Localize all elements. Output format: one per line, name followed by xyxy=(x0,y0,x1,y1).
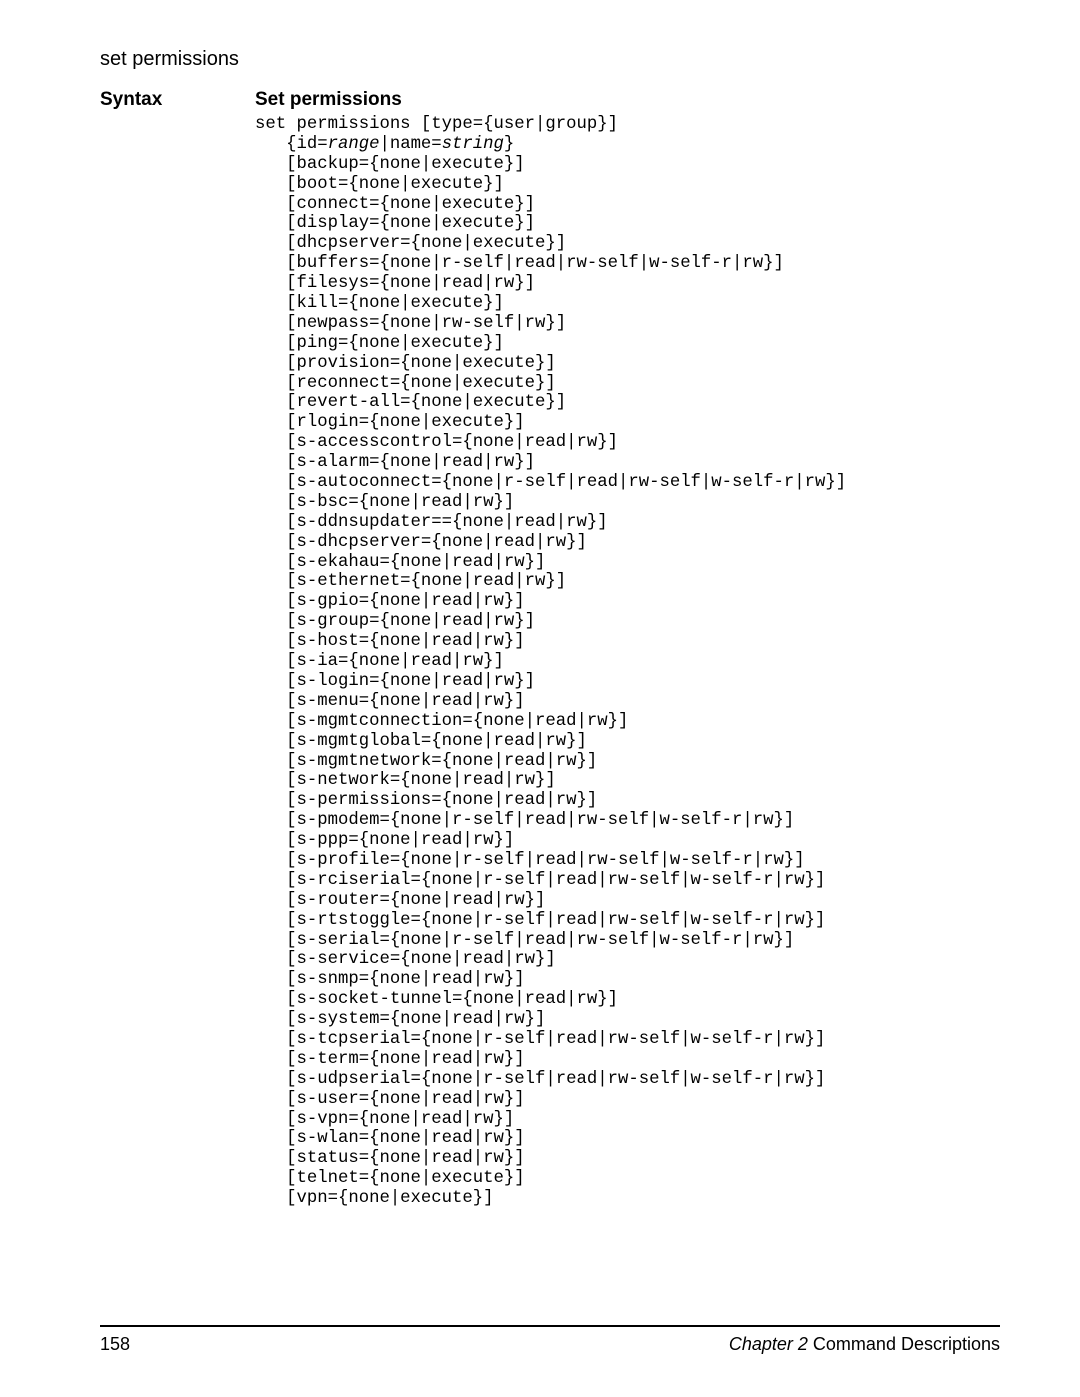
code-line: [s-dhcpserver={none|read|rw}] xyxy=(255,533,587,552)
code-line: [boot={none|execute}] xyxy=(255,175,504,194)
code-line: [s-ethernet={none|read|rw}] xyxy=(255,572,566,591)
code-line: [s-mgmtconnection={none|read|rw}] xyxy=(255,712,628,731)
code-line: [s-vpn={none|read|rw}] xyxy=(255,1110,514,1129)
code-line: [s-bsc={none|read|rw}] xyxy=(255,493,514,512)
code-line: [newpass={none|rw-self|rw}] xyxy=(255,314,566,333)
code-line: [s-group={none|read|rw}] xyxy=(255,612,535,631)
chapter-title: Command Descriptions xyxy=(808,1334,1000,1354)
code-line: [status={none|read|rw}] xyxy=(255,1149,525,1168)
code-line: [vpn={none|execute}] xyxy=(255,1189,494,1208)
code-line: [revert-all={none|execute}] xyxy=(255,393,566,412)
chapter-label: Chapter 2 xyxy=(729,1334,808,1354)
code-param: string xyxy=(442,135,504,154)
code-line: [connect={none|execute}] xyxy=(255,195,535,214)
page-number: 158 xyxy=(100,1334,130,1355)
code-line: [s-router={none|read|rw}] xyxy=(255,891,545,910)
code-line: [rlogin={none|execute}] xyxy=(255,413,525,432)
code-line: [s-term={none|read|rw}] xyxy=(255,1050,525,1069)
code-line: [s-menu={none|read|rw}] xyxy=(255,692,525,711)
code-line: [s-alarm={none|read|rw}] xyxy=(255,453,535,472)
code-line: [s-tcpserial={none|r-self|read|rw-self|w… xyxy=(255,1030,825,1049)
code-line: [s-user={none|read|rw}] xyxy=(255,1090,525,1109)
code-line: } xyxy=(504,135,514,154)
code-line: [s-permissions={none|read|rw}] xyxy=(255,791,597,810)
code-line: [s-serial={none|r-self|read|rw-self|w-se… xyxy=(255,931,794,950)
code-line: [buffers={none|r-self|read|rw-self|w-sel… xyxy=(255,254,784,273)
code-line: [s-ppp={none|read|rw}] xyxy=(255,831,514,850)
code-line: [s-service={none|read|rw}] xyxy=(255,950,556,969)
code-line: [backup={none|execute}] xyxy=(255,155,525,174)
code-line: [dhcpserver={none|execute}] xyxy=(255,234,566,253)
code-line: [s-wlan={none|read|rw}] xyxy=(255,1129,525,1148)
chapter-ref: Chapter 2 Command Descriptions xyxy=(729,1334,1000,1355)
code-line: [s-gpio={none|read|rw}] xyxy=(255,592,525,611)
code-line: set permissions [type={user|group}] xyxy=(255,115,618,134)
code-line: [s-ekahau={none|read|rw}] xyxy=(255,553,545,572)
code-line: [s-ddnsupdater=={none|read|rw}] xyxy=(255,513,608,532)
code-line: [s-system={none|read|rw}] xyxy=(255,1010,545,1029)
page-header-title: set permissions xyxy=(100,48,1000,71)
code-line: [s-login={none|read|rw}] xyxy=(255,672,535,691)
code-line: [provision={none|execute}] xyxy=(255,354,556,373)
code-line: [s-udpserial={none|r-self|read|rw-self|w… xyxy=(255,1070,825,1089)
code-line: [reconnect={none|execute}] xyxy=(255,374,556,393)
code-line: [s-accesscontrol={none|read|rw}] xyxy=(255,433,618,452)
code-line: |name= xyxy=(379,135,441,154)
syntax-code-block: set permissions [type={user|group}] {id=… xyxy=(255,115,1000,1209)
code-line: [display={none|execute}] xyxy=(255,214,535,233)
footer-rule xyxy=(100,1325,1000,1327)
code-line: [s-host={none|read|rw}] xyxy=(255,632,525,651)
code-line: [ping={none|execute}] xyxy=(255,334,504,353)
code-line: [s-autoconnect={none|r-self|read|rw-self… xyxy=(255,473,846,492)
code-line: [s-network={none|read|rw}] xyxy=(255,771,556,790)
syntax-label: Syntax xyxy=(100,89,255,111)
code-line: [kill={none|execute}] xyxy=(255,294,504,313)
code-line: [s-rtstoggle={none|r-self|read|rw-self|w… xyxy=(255,911,825,930)
page-footer: 158 Chapter 2 Command Descriptions xyxy=(100,1334,1000,1355)
code-line: [filesys={none|read|rw}] xyxy=(255,274,535,293)
content-row: Syntax Set permissions set permissions [… xyxy=(100,89,1000,1209)
code-line: [s-ia={none|read|rw}] xyxy=(255,652,504,671)
code-param: range xyxy=(328,135,380,154)
code-line: [s-snmp={none|read|rw}] xyxy=(255,970,525,989)
code-line: [s-profile={none|r-self|read|rw-self|w-s… xyxy=(255,851,805,870)
code-line: [s-mgmtglobal={none|read|rw}] xyxy=(255,732,587,751)
code-line: [s-socket-tunnel={none|read|rw}] xyxy=(255,990,618,1009)
code-line: [s-pmodem={none|r-self|read|rw-self|w-se… xyxy=(255,811,794,830)
code-line: [telnet={none|execute}] xyxy=(255,1169,525,1188)
code-line: [s-rciserial={none|r-self|read|rw-self|w… xyxy=(255,871,825,890)
document-page: set permissions Syntax Set permissions s… xyxy=(0,0,1080,1397)
code-line: {id= xyxy=(255,135,328,154)
syntax-column: Syntax xyxy=(100,89,255,111)
code-line: [s-mgmtnetwork={none|read|rw}] xyxy=(255,752,597,771)
description-column: Set permissions set permissions [type={u… xyxy=(255,89,1000,1209)
subheading: Set permissions xyxy=(255,89,1000,111)
